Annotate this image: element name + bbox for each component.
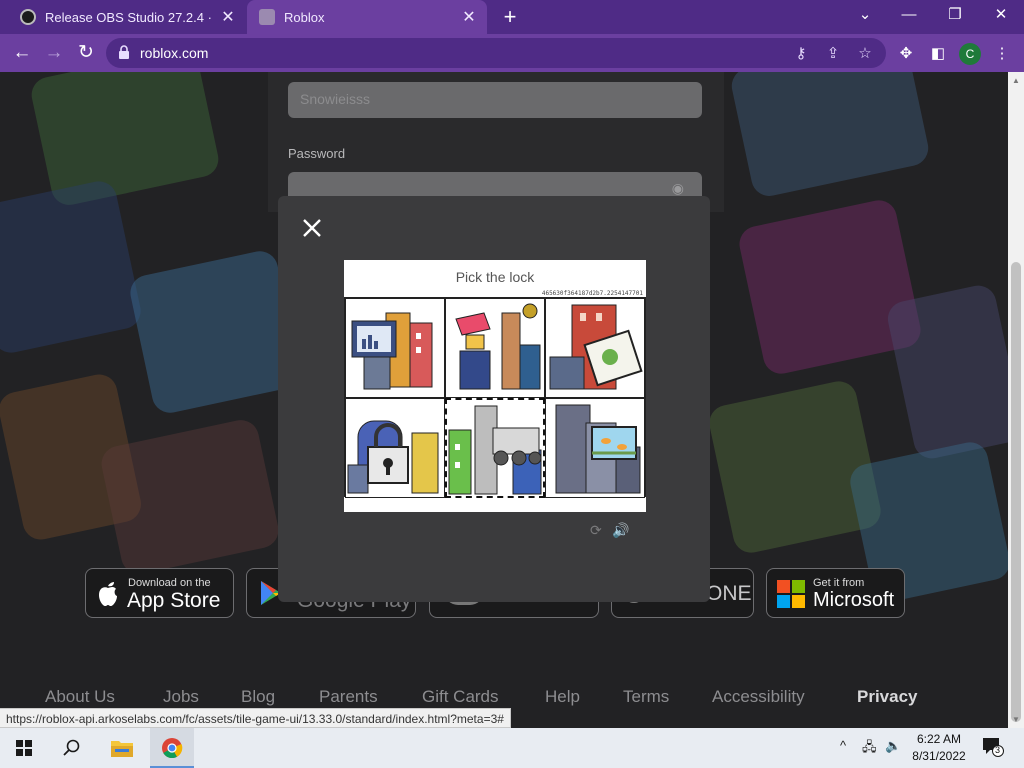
scroll-up-arrow-icon[interactable]: ▲ bbox=[1012, 76, 1020, 85]
system-clock[interactable]: 6:22 AM 8/31/2022 bbox=[904, 731, 974, 765]
captcha-modal: Pick the lock 465630f364187d2b7.22541477… bbox=[278, 196, 710, 602]
restore-button[interactable]: ❐ bbox=[932, 0, 978, 32]
tab-roblox[interactable]: Roblox ✕ bbox=[247, 0, 487, 34]
volume-icon[interactable]: 🔈 bbox=[885, 738, 901, 754]
reload-button[interactable]: ↻ bbox=[72, 39, 100, 67]
kebab-menu-icon[interactable]: ⋮ bbox=[991, 43, 1013, 65]
footer-link-blog[interactable]: Blog bbox=[241, 687, 275, 707]
share-icon[interactable]: ⇪ bbox=[822, 43, 844, 65]
footer-link-parents[interactable]: Parents bbox=[319, 687, 378, 707]
footer-link-help[interactable]: Help bbox=[545, 687, 580, 707]
notification-center-button[interactable]: 3 bbox=[982, 737, 1004, 757]
footer-link-accessibility[interactable]: Accessibility bbox=[712, 687, 805, 707]
roblox-icon bbox=[259, 9, 275, 25]
bg-game-tile bbox=[728, 72, 932, 200]
audio-challenge-icon[interactable]: 🔊 bbox=[612, 522, 629, 539]
captcha-tile-train-building[interactable] bbox=[445, 398, 545, 498]
network-icon[interactable]: 🖧 bbox=[862, 738, 877, 760]
tab-obs-release[interactable]: Release OBS Studio 27.2.4 · obsproject/o… bbox=[8, 0, 246, 34]
profile-avatar[interactable]: C bbox=[959, 43, 981, 65]
side-panel-icon[interactable]: ◧ bbox=[927, 43, 949, 65]
url-text: roblox.com bbox=[140, 45, 209, 61]
store-big-text: Microsoft bbox=[813, 589, 895, 611]
captcha-tile-lamp-building[interactable] bbox=[445, 298, 545, 398]
browser-tab-bar: Release OBS Studio 27.2.4 · obsproject/o… bbox=[0, 0, 1024, 34]
captcha-tile-aquarium-building[interactable] bbox=[545, 398, 645, 498]
store-big-text: ONE bbox=[706, 582, 752, 605]
notification-icon bbox=[983, 738, 1004, 757]
microsoft-store-badge[interactable]: Get it from Microsoft bbox=[766, 568, 905, 618]
lock-building-illustration bbox=[347, 420, 439, 494]
computer-building-illustration bbox=[351, 312, 433, 390]
captcha-challenge: Pick the lock 465630f364187d2b7.22541477… bbox=[344, 260, 646, 512]
footer-link-about-us[interactable]: About Us bbox=[45, 687, 115, 707]
browser-toolbar: ← → ↻ roblox.com ⚷ ⇪ ☆ ✥ ◧ C ⋮ bbox=[0, 34, 1024, 72]
close-icon[interactable] bbox=[300, 216, 324, 240]
search-icon bbox=[63, 739, 80, 756]
lamp-building-illustration bbox=[455, 303, 541, 390]
windows-logo-icon bbox=[16, 740, 32, 756]
username-field[interactable]: Snowieisss bbox=[288, 82, 702, 118]
address-bar[interactable]: roblox.com ⚷ ⇪ ☆ bbox=[106, 38, 886, 68]
microsoft-icon bbox=[777, 580, 805, 608]
github-icon bbox=[20, 9, 36, 25]
key-icon[interactable]: ⚷ bbox=[790, 43, 812, 65]
clock-time: 6:22 AM bbox=[916, 732, 962, 746]
windows-taskbar: ^ 🖧 🔈 6:22 AM 8/31/2022 3 bbox=[0, 728, 1024, 768]
search-button[interactable] bbox=[50, 728, 94, 768]
store-big-text: App Store bbox=[127, 589, 221, 612]
captcha-prompt: Pick the lock bbox=[455, 269, 535, 285]
scroll-down-arrow-icon[interactable]: ▼ bbox=[1012, 715, 1020, 724]
close-tab-icon[interactable]: ✕ bbox=[457, 7, 481, 27]
frame-building-illustration bbox=[549, 304, 643, 390]
bg-game-tile bbox=[0, 178, 144, 356]
minimize-button[interactable]: — bbox=[886, 0, 932, 32]
bg-game-tile bbox=[884, 282, 1008, 462]
chrome-taskbar-button[interactable] bbox=[150, 728, 194, 768]
password-label: Password bbox=[288, 146, 346, 161]
captcha-tile-computer-building[interactable] bbox=[345, 298, 445, 398]
aquarium-building-illustration bbox=[555, 404, 641, 494]
clock-date: 8/31/2022 bbox=[912, 749, 966, 763]
footer-link-privacy[interactable]: Privacy bbox=[857, 687, 918, 707]
bg-game-tile bbox=[28, 72, 222, 209]
close-window-button[interactable]: ✕ bbox=[978, 0, 1024, 32]
new-tab-button[interactable]: + bbox=[497, 4, 523, 30]
captcha-session-hash: 465630f364187d2b7.2254147701 bbox=[541, 290, 643, 297]
tab-title: Release OBS Studio 27.2.4 · obsproject/o… bbox=[45, 9, 216, 25]
store-small-text: Get it from bbox=[813, 577, 865, 589]
scrollbar-thumb[interactable] bbox=[1011, 262, 1021, 722]
chrome-icon bbox=[162, 738, 183, 759]
footer-link-terms[interactable]: Terms bbox=[623, 687, 669, 707]
back-button[interactable]: ← bbox=[8, 39, 36, 67]
link-status-url: https://roblox-api.arkoselabs.com/fc/ass… bbox=[0, 708, 511, 728]
train-building-illustration bbox=[448, 405, 542, 495]
extensions-puzzle-icon[interactable]: ✥ bbox=[895, 43, 917, 65]
tab-title: Roblox bbox=[284, 9, 325, 25]
apple-icon bbox=[99, 582, 117, 606]
start-button[interactable] bbox=[2, 728, 46, 768]
app-store-badge[interactable]: Download on the App Store bbox=[85, 568, 234, 618]
tab-search-icon[interactable]: ⌄ bbox=[842, 0, 888, 32]
footer-link-jobs[interactable]: Jobs bbox=[163, 687, 199, 707]
footer-link-gift-cards[interactable]: Gift Cards bbox=[422, 687, 499, 707]
folder-icon bbox=[111, 741, 133, 757]
captcha-tile-grid bbox=[344, 297, 646, 498]
login-form: Snowieisss Password ◉ bbox=[268, 72, 724, 212]
lock-icon bbox=[119, 45, 129, 59]
close-tab-icon[interactable]: ✕ bbox=[216, 7, 240, 27]
file-explorer-button[interactable] bbox=[100, 728, 144, 768]
reload-captcha-icon[interactable]: ⟳ bbox=[590, 522, 602, 539]
show-hidden-icons-chevron-icon[interactable]: ^ bbox=[840, 738, 846, 753]
bg-game-tile bbox=[127, 247, 303, 417]
bookmark-star-icon[interactable]: ☆ bbox=[854, 43, 876, 65]
page-scrollbar[interactable]: ▲ ▼ bbox=[1008, 72, 1024, 728]
captcha-tile-frame-building[interactable] bbox=[545, 298, 645, 398]
eye-icon[interactable]: ◉ bbox=[672, 180, 684, 197]
notification-count-badge: 3 bbox=[995, 745, 1001, 755]
captcha-tile-lock-building[interactable] bbox=[345, 398, 445, 498]
forward-button[interactable]: → bbox=[40, 39, 68, 67]
store-small-text: Download on the bbox=[128, 577, 211, 589]
